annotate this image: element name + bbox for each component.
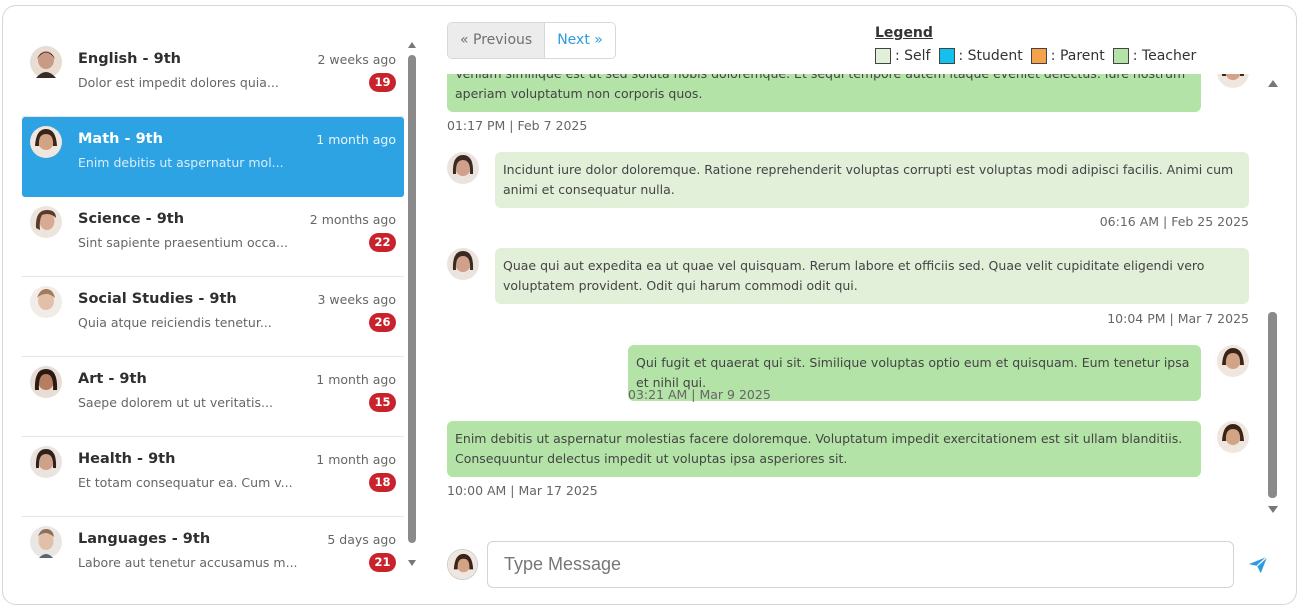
scrollbar-thumb[interactable] [408,55,416,543]
conversation-time: 2 weeks ago [317,52,397,67]
conversation-title: Health - 9th [78,451,176,467]
message-bubble: Enim debitis ut aspernatur molestias fac… [447,421,1201,477]
legend-label: : Teacher [1132,48,1197,64]
avatar [30,446,62,478]
legend-swatch-self [875,48,891,64]
conversation-preview: Sint sapiente praesentium occa... [78,235,288,250]
conversation-preview: Enim debitis ut aspernatur mol... [78,155,284,170]
avatar [1217,345,1249,377]
composer-avatar [447,549,478,580]
conversation-title: Math - 9th [78,131,163,147]
message-pagination: « Previous Next » [447,22,616,59]
conversation-time: 3 weeks ago [317,292,397,307]
message-thread: Veniam similique est ut sed soluta nobis… [440,74,1262,520]
conversation-item-health[interactable]: Health - 9th Et totam consequatur ea. Cu… [22,437,404,517]
conversation-preview: Et totam consequatur ea. Cum v... [78,475,293,490]
scrollbar-thumb[interactable] [1268,312,1277,498]
avatar [30,46,62,78]
avatar [30,366,62,398]
legend-label: : Self [895,48,931,64]
conversation-title: Science - 9th [78,211,185,227]
scroll-up-arrow-icon[interactable] [408,42,416,48]
legend-label: : Student [958,48,1023,64]
scroll-up-arrow-icon[interactable] [1268,80,1278,87]
conversation-item-social-studies[interactable]: Social Studies - 9th Quia atque reiciend… [22,277,404,357]
previous-page-button[interactable]: « Previous [448,23,546,58]
legend-item-student: : Student [938,48,1023,64]
unread-badge: 26 [369,313,396,332]
legend-item-self: : Self [875,48,931,64]
unread-badge: 22 [369,233,396,252]
message-timestamp: 06:16 AM | Feb 25 2025 [1099,214,1249,229]
unread-badge: 21 [369,553,396,572]
conversation-item-languages[interactable]: Languages - 9th Labore aut tenetur accus… [22,517,404,581]
conversation-item-art[interactable]: Art - 9th Saepe dolorem ut ut veritatis.… [22,357,404,437]
legend-title: Legend [875,25,933,41]
message-bubble: Incidunt iure dolor doloremque. Ratione … [495,152,1249,208]
conversation-title: English - 9th [78,51,181,67]
unread-badge: 15 [369,393,396,412]
conversation-preview: Saepe dolorem ut ut veritatis... [78,395,273,410]
conversation-item-science[interactable]: Science - 9th Sint sapiente praesentium … [22,197,404,277]
legend-item-parent: : Parent [1030,48,1105,64]
legend-item-teacher: : Teacher [1112,48,1197,64]
scroll-down-arrow-icon[interactable] [1268,506,1278,513]
conversation-title: Languages - 9th [78,531,211,547]
conversation-item-math[interactable]: Math - 9th Enim debitis ut aspernatur mo… [22,117,404,197]
scroll-down-arrow-icon[interactable] [408,560,416,566]
message-bubble: Quae qui aut expedita ea ut quae vel qui… [495,248,1249,304]
conversation-time: 1 month ago [316,452,396,467]
avatar [447,248,479,280]
unread-badge: 18 [369,473,396,492]
conversation-preview: Labore aut tenetur accusamus m... [78,555,298,570]
message-timestamp: 10:04 PM | Mar 7 2025 [1107,311,1249,326]
message-timestamp: 10:00 AM | Mar 17 2025 [447,483,598,498]
message-timestamp: 03:21 AM | Mar 9 2025 [628,387,771,402]
avatar [1217,421,1249,453]
conversation-time: 1 month ago [316,132,396,147]
next-page-button[interactable]: Next » [545,23,615,58]
conversation-time: 5 days ago [327,532,396,547]
legend-swatch-student [938,48,955,64]
avatar [1217,74,1249,88]
conversation-preview: Dolor est impedit dolores quia... [78,75,279,90]
legend-swatch-parent [1030,48,1047,64]
legend-label: : Parent [1050,48,1105,64]
avatar [30,526,62,558]
legend-swatch-teacher [1112,48,1129,64]
message-bubble: Veniam similique est ut sed soluta nobis… [447,74,1201,112]
conversation-time: 2 months ago [309,212,396,227]
conversation-list-scrollbar[interactable] [407,42,417,572]
conversation-item-english[interactable]: English - 9th Dolor est impedit dolores … [22,37,404,117]
message-input[interactable] [487,541,1234,588]
avatar [30,206,62,238]
avatar [447,152,479,184]
avatar [30,286,62,318]
unread-badge: 19 [369,73,396,92]
conversation-preview: Quia atque reiciendis tenetur... [78,315,272,330]
avatar [30,126,62,158]
conversation-title: Art - 9th [78,371,147,387]
conversation-list: English - 9th Dolor est impedit dolores … [22,37,404,581]
message-thread-scrollbar[interactable] [1268,80,1278,514]
conversation-title: Social Studies - 9th [78,291,237,307]
conversation-time: 1 month ago [316,372,396,387]
legend: : Self : Student : Parent : Teacher [875,48,1204,64]
message-timestamp: 01:17 PM | Feb 7 2025 [447,118,588,133]
send-icon[interactable] [1247,554,1269,576]
